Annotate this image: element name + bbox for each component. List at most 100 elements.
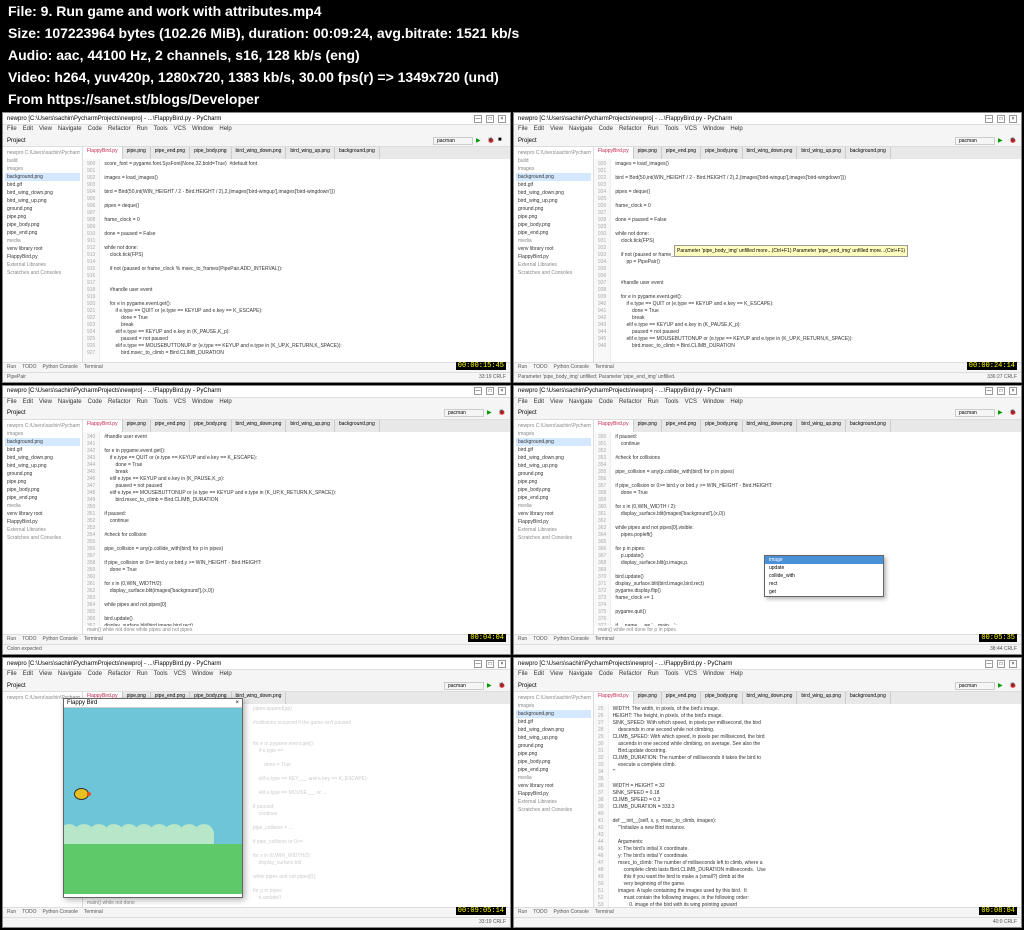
file-info-video: Video: h264, yuv420p, 1280x720, 1383 kb/… xyxy=(0,66,1024,88)
stop-icon[interactable]: ■ xyxy=(498,137,506,145)
menu-refactor[interactable]: Refactor xyxy=(108,126,131,134)
timestamp: 00:00:24:14 xyxy=(967,362,1017,370)
code-editor[interactable]: 900 901 902 903 904 905 906 907 908 909 … xyxy=(83,159,510,362)
project-sidebar[interactable]: newpro C:\Users\sachin\Pycharm build ima… xyxy=(514,147,594,362)
tab[interactable]: background.png xyxy=(335,147,380,159)
bird-sprite xyxy=(74,788,89,800)
breadcrumb: main() while not done for p in pipes xyxy=(594,626,1021,634)
popup-item[interactable]: rect xyxy=(765,580,883,588)
ide-pane-2: newpro [C:\Users\sachin\PycharmProjects\… xyxy=(2,385,511,656)
ide-pane-1: newpro [C:\Users\sachin\PycharmProjects\… xyxy=(513,112,1022,383)
minimize-icon[interactable]: — xyxy=(474,115,482,123)
timestamp: 00:09:05:14 xyxy=(456,907,506,915)
search-input[interactable]: pacman xyxy=(955,137,995,145)
menu-vcs[interactable]: VCS xyxy=(174,126,186,134)
maximize-icon[interactable]: □ xyxy=(486,115,494,123)
timestamp: 00:00:15:45 xyxy=(456,362,506,370)
menubar: File Edit View Navigate Code Refactor Ru… xyxy=(3,125,510,135)
debug-icon[interactable]: 🐞 xyxy=(1009,137,1017,145)
tab[interactable]: pipe_end.png xyxy=(151,147,190,159)
tab-python-console[interactable]: Python Console xyxy=(43,364,78,371)
flappy-bird-window[interactable]: Flappy Bird × xyxy=(63,698,243,898)
breadcrumb: main() while not done while pipes and no… xyxy=(83,626,510,634)
sidebar-item[interactable]: pipe_body.png xyxy=(5,221,80,229)
warning-tooltip: Parameter 'pipe_body_img' unfilled more.… xyxy=(674,245,908,257)
game-titlebar: Flappy Bird × xyxy=(64,699,242,708)
code-editor[interactable]: 920 921 922 923 924 925 926 927 928 929 … xyxy=(594,159,1021,362)
menu-run[interactable]: Run xyxy=(137,126,148,134)
sidebar-item[interactable]: Scratches and Consoles xyxy=(5,269,80,277)
titlebar: newpro [C:\Users\sachin\PycharmProjects\… xyxy=(3,113,510,125)
popup-item[interactable]: collide_with xyxy=(765,572,883,580)
menu-file[interactable]: File xyxy=(7,126,17,134)
sidebar-item[interactable]: bird_wing_down.png xyxy=(5,189,80,197)
menu-tools[interactable]: Tools xyxy=(154,126,168,134)
game-title-text: Flappy Bird xyxy=(67,700,97,706)
status-left: PipePair xyxy=(7,374,26,381)
tab-terminal[interactable]: Terminal xyxy=(84,364,103,371)
popup-item[interactable]: image xyxy=(765,556,883,564)
ide-grid: newpro [C:\Users\sachin\PycharmProjects\… xyxy=(0,110,1024,930)
sidebar-item[interactable]: ground.png xyxy=(5,205,80,213)
popup-item[interactable]: get xyxy=(765,588,883,596)
window-title: newpro [C:\Users\sachin\PycharmProjects\… xyxy=(7,116,221,122)
sidebar-item[interactable]: build xyxy=(5,157,80,165)
menu-code[interactable]: Code xyxy=(88,126,102,134)
menu-view[interactable]: View xyxy=(39,126,52,134)
game-canvas[interactable] xyxy=(64,708,242,894)
editor-tabs: FlappyBird.py pipe.png pipe_end.png pipe… xyxy=(83,147,510,159)
project-sidebar[interactable]: newpro C:\Users\sachin\Pycharm build ima… xyxy=(3,147,83,362)
maximize-icon[interactable]: □ xyxy=(997,115,1005,123)
run-icon[interactable]: ▶ xyxy=(998,137,1006,145)
breadcrumb: main() while not done xyxy=(83,899,510,907)
tab[interactable]: bird_wing_up.png xyxy=(286,147,334,159)
file-info-size: Size: 107223964 bytes (102.26 MiB), dura… xyxy=(0,22,1024,44)
ground xyxy=(64,844,242,894)
sidebar-item[interactable]: bird.gif xyxy=(5,181,80,189)
sidebar-item[interactable]: pipe_end.png xyxy=(5,229,80,237)
run-icon[interactable]: ▶ xyxy=(476,137,484,145)
sidebar-item[interactable]: background.png xyxy=(5,173,80,181)
tab[interactable]: bird_wing_down.png xyxy=(232,147,287,159)
menu-window[interactable]: Window xyxy=(192,126,213,134)
clouds xyxy=(64,824,242,844)
sidebar-item[interactable]: media xyxy=(5,237,80,245)
code-content[interactable]: score_font = pygame.font.SysFont(None,32… xyxy=(100,159,510,362)
sidebar-item[interactable]: FlappyBird.py xyxy=(5,253,80,261)
sidebar-item[interactable]: External Libraries xyxy=(5,261,80,269)
game-close-icon[interactable]: × xyxy=(235,700,239,706)
statusbar: PipePair 33:19 CRLF xyxy=(3,372,510,382)
timestamp: 00:05:35 xyxy=(979,634,1017,642)
line-gutter: 900 901 902 903 904 905 906 907 908 909 … xyxy=(83,159,100,362)
ide-pane-3: newpro [C:\Users\sachin\PycharmProjects\… xyxy=(513,385,1022,656)
tab-flappybird[interactable]: FlappyBird.py xyxy=(83,147,123,159)
menu-navigate[interactable]: Navigate xyxy=(58,126,82,134)
menu-edit[interactable]: Edit xyxy=(23,126,33,134)
file-info-file: File: 9. Run game and work with attribut… xyxy=(0,0,1024,22)
sidebar-item[interactable]: pipe.png xyxy=(5,213,80,221)
toolbar: Project pacman ▶ 🐞 ■ xyxy=(3,135,510,147)
ide-pane-4: newpro [C:\Users\sachin\PycharmProjects\… xyxy=(2,657,511,928)
project-label: Project xyxy=(7,138,26,144)
timestamp: 00:04:04 xyxy=(468,634,506,642)
minimize-icon[interactable]: — xyxy=(985,115,993,123)
ide-pane-0: newpro [C:\Users\sachin\PycharmProjects\… xyxy=(2,112,511,383)
menu-help[interactable]: Help xyxy=(219,126,231,134)
sidebar-item[interactable]: images xyxy=(5,165,80,173)
tab-todo[interactable]: TODO xyxy=(22,364,36,371)
close-icon[interactable]: × xyxy=(1009,115,1017,123)
tab[interactable]: pipe_body.png xyxy=(190,147,231,159)
autocomplete-popup[interactable]: image update collide_with rect get xyxy=(764,555,884,597)
file-info-audio: Audio: aac, 44100 Hz, 2 channels, s16, 1… xyxy=(0,44,1024,66)
sidebar-item[interactable]: venv library root xyxy=(5,245,80,253)
debug-icon[interactable]: 🐞 xyxy=(487,137,495,145)
close-icon[interactable]: × xyxy=(498,115,506,123)
popup-item[interactable]: update xyxy=(765,564,883,572)
sidebar-item[interactable]: bird_wing_up.png xyxy=(5,197,80,205)
project-root[interactable]: newpro C:\Users\sachin\Pycharm xyxy=(5,149,80,157)
search-input[interactable]: pacman xyxy=(433,137,473,145)
bottom-panel: Run TODO Python Console Terminal Event L… xyxy=(3,362,510,372)
timestamp: 00:08:04 xyxy=(979,907,1017,915)
tab[interactable]: pipe.png xyxy=(123,147,151,159)
tab-run[interactable]: Run xyxy=(7,364,16,371)
